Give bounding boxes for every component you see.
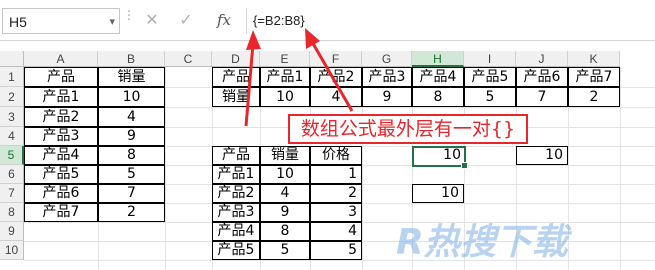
cell-a6[interactable]: 产品5: [24, 165, 98, 184]
cell-e1[interactable]: 产品1: [260, 67, 310, 87]
cell-f2[interactable]: 4: [310, 87, 362, 107]
svg-text:R热搜下载: R热搜下载: [396, 222, 573, 263]
column-header-a[interactable]: A: [24, 51, 98, 67]
cell-a1[interactable]: 产品: [24, 67, 98, 87]
column-header-g[interactable]: G: [362, 51, 412, 67]
cell-j2[interactable]: 7: [516, 87, 568, 107]
annotation-callout: 数组公式最外层有一对{}: [288, 114, 528, 144]
cell-b1[interactable]: 销量: [98, 67, 165, 87]
cell-e8[interactable]: 9: [260, 203, 310, 222]
column-header-d[interactable]: D: [212, 51, 260, 67]
cell-b6[interactable]: 5: [98, 165, 165, 184]
row-header-3[interactable]: 3: [0, 107, 24, 127]
cell-a2[interactable]: 产品1: [24, 87, 98, 107]
cell-d7[interactable]: 产品2: [212, 184, 260, 203]
watermark-logo: R热搜下载: [396, 222, 573, 263]
cell-d6[interactable]: 产品1: [212, 165, 260, 184]
row-header-4[interactable]: 4: [0, 127, 24, 146]
cell-e5[interactable]: 销量: [260, 146, 310, 165]
cell-f5[interactable]: 价格: [310, 146, 362, 165]
row-header-6[interactable]: 6: [0, 165, 24, 184]
cell-f6[interactable]: 1: [310, 165, 362, 184]
column-header-k[interactable]: K: [568, 51, 620, 67]
cell-b2[interactable]: 10: [98, 87, 165, 107]
select-all-corner[interactable]: [0, 51, 24, 67]
row-header-10[interactable]: 10: [0, 241, 24, 260]
row-header-5[interactable]: 5: [0, 146, 24, 165]
column-header-i[interactable]: I: [464, 51, 516, 67]
cell-b8[interactable]: 2: [98, 203, 165, 222]
cell-b7[interactable]: 7: [98, 184, 165, 203]
cell-h5-selected[interactable]: 10: [412, 146, 466, 167]
cell-h2[interactable]: 8: [412, 87, 464, 107]
gridline-vertical: [165, 67, 166, 270]
row-header-1[interactable]: 1: [0, 67, 24, 87]
fill-handle[interactable]: [461, 162, 468, 169]
cell-d5[interactable]: 产品: [212, 146, 260, 165]
cell-f9[interactable]: 4: [310, 222, 362, 241]
cell-d8[interactable]: 产品3: [212, 203, 260, 222]
cell-f8[interactable]: 3: [310, 203, 362, 222]
column-header-b[interactable]: B: [98, 51, 165, 67]
cell-e7[interactable]: 4: [260, 184, 310, 203]
column-header-c[interactable]: C: [165, 51, 212, 67]
cell-j5[interactable]: 10: [516, 146, 568, 165]
cell-d10[interactable]: 产品5: [212, 241, 260, 260]
cell-a3[interactable]: 产品2: [24, 107, 98, 127]
cell-a4[interactable]: 产品3: [24, 127, 98, 146]
cell-b5[interactable]: 8: [98, 146, 165, 165]
row-header-2[interactable]: 2: [0, 87, 24, 107]
cell-g2[interactable]: 9: [362, 87, 412, 107]
cell-k2[interactable]: 2: [568, 87, 620, 107]
row-header-8[interactable]: 8: [0, 203, 24, 222]
cell-j1[interactable]: 产品6: [516, 67, 568, 87]
cell-a8[interactable]: 产品7: [24, 203, 98, 222]
cell-d2[interactable]: 销量: [212, 87, 260, 107]
cell-h1[interactable]: 产品4: [412, 67, 464, 87]
cell-g1[interactable]: 产品3: [362, 67, 412, 87]
cell-h7[interactable]: 10: [412, 184, 464, 203]
cell-e9[interactable]: 8: [260, 222, 310, 241]
cell-e6[interactable]: 10: [260, 165, 310, 184]
cell-e2[interactable]: 10: [260, 87, 310, 107]
cell-a7[interactable]: 产品6: [24, 184, 98, 203]
cell-d1[interactable]: 产品: [212, 67, 260, 87]
cell-i1[interactable]: 产品5: [464, 67, 516, 87]
column-header-e[interactable]: E: [260, 51, 310, 67]
cell-b4[interactable]: 9: [98, 127, 165, 146]
cell-f7[interactable]: 2: [310, 184, 362, 203]
column-header-j[interactable]: J: [516, 51, 568, 67]
cell-a5[interactable]: 产品4: [24, 146, 98, 165]
cell-b3[interactable]: 4: [98, 107, 165, 127]
cell-d9[interactable]: 产品4: [212, 222, 260, 241]
row-header-7[interactable]: 7: [0, 184, 24, 203]
column-header-f[interactable]: F: [310, 51, 362, 67]
cell-f10[interactable]: 5: [310, 241, 362, 260]
cell-f1[interactable]: 产品2: [310, 67, 362, 87]
cell-i2[interactable]: 5: [464, 87, 516, 107]
row-header-9[interactable]: 9: [0, 222, 24, 241]
cell-e10[interactable]: 5: [260, 241, 310, 260]
column-header-h[interactable]: H: [412, 51, 464, 67]
cell-k1[interactable]: 产品7: [568, 67, 620, 87]
